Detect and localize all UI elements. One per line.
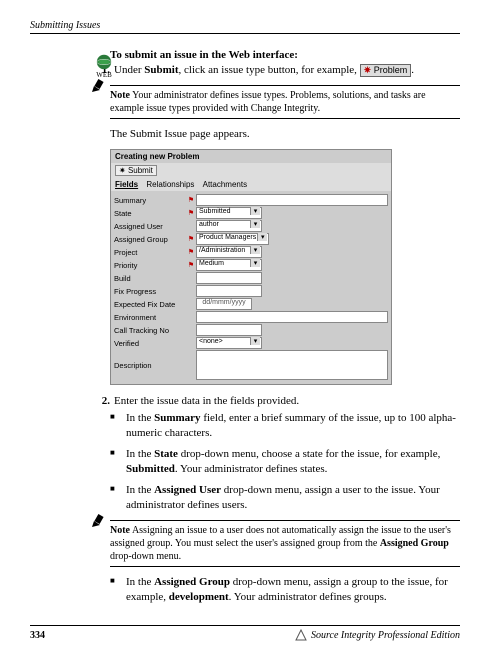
fix-progress-input[interactable] bbox=[196, 285, 262, 297]
label-expected-fix-date: Expected Fix Date bbox=[114, 300, 186, 309]
summary-input[interactable] bbox=[196, 194, 388, 206]
environment-input[interactable] bbox=[196, 311, 388, 323]
label-state: State bbox=[114, 209, 186, 218]
tab-fields[interactable]: Fields bbox=[115, 180, 138, 189]
label-build: Build bbox=[114, 274, 186, 283]
footer-title: Source Integrity Professional Edition bbox=[311, 630, 460, 641]
label-description: Description bbox=[114, 361, 186, 370]
note-block-2: Note Assigning an issue to a user does n… bbox=[80, 520, 460, 567]
build-input[interactable] bbox=[196, 272, 262, 284]
form-submit-button[interactable]: ✷ Submit bbox=[115, 165, 157, 176]
call-tracking-input[interactable] bbox=[196, 324, 262, 336]
label-call-tracking: Call Tracking No bbox=[114, 326, 186, 335]
verified-select[interactable]: <none> bbox=[196, 337, 262, 349]
logo-icon bbox=[295, 629, 307, 641]
problem-button-example: ✷ Problem bbox=[360, 64, 412, 77]
expected-fix-date-input[interactable]: dd/mmm/yyyy bbox=[196, 298, 252, 310]
priority-select[interactable]: Medium bbox=[196, 259, 262, 271]
state-select[interactable]: Submitted bbox=[196, 207, 262, 219]
pencil-icon bbox=[90, 78, 106, 97]
description-input[interactable] bbox=[196, 350, 388, 380]
page-footer: 334 Source Integrity Professional Editio… bbox=[30, 625, 460, 641]
section-headline: To submit an issue in the Web interface: bbox=[110, 49, 460, 61]
page-header: Submitting Issues bbox=[30, 20, 460, 34]
label-assigned-group: Assigned Group bbox=[114, 235, 186, 244]
label-summary: Summary bbox=[114, 196, 186, 205]
assigned-user-select[interactable]: author bbox=[196, 220, 262, 232]
pencil-icon bbox=[90, 513, 106, 532]
step-2: 2.Enter the issue data in the fields pro… bbox=[98, 395, 460, 407]
assigned-group-select[interactable]: Product Managers bbox=[196, 233, 269, 245]
step-number: 2. bbox=[98, 395, 110, 407]
label-fix-progress: Fix Progress bbox=[114, 287, 186, 296]
tab-attachments[interactable]: Attachments bbox=[203, 180, 247, 189]
page: Submitting Issues WEB To submit an issue… bbox=[0, 0, 500, 661]
label-assigned-user: Assigned User bbox=[114, 222, 186, 231]
bullet-assigned-user: In the Assigned User drop-down menu, ass… bbox=[110, 483, 460, 513]
bullet-state: In the State drop-down menu, choose a st… bbox=[110, 447, 460, 477]
bullet-assigned-group: In the Assigned Group drop-down menu, as… bbox=[110, 575, 460, 605]
form-title: Creating new Problem bbox=[111, 150, 391, 163]
page-number: 334 bbox=[30, 630, 45, 641]
label-verified: Verified bbox=[114, 339, 186, 348]
project-select[interactable]: /Administration bbox=[196, 246, 262, 258]
note-block-1: Note Your administrator defines issue ty… bbox=[80, 85, 460, 119]
label-priority: Priority bbox=[114, 261, 186, 270]
web-icon: WEB bbox=[95, 53, 113, 79]
label-environment: Environment bbox=[114, 313, 186, 322]
submit-issue-form-screenshot: Creating new Problem ✷ Submit Fields Rel… bbox=[110, 149, 392, 385]
label-project: Project bbox=[114, 248, 186, 257]
bullet-summary: In the Summary field, enter a brief summ… bbox=[110, 411, 460, 441]
tab-relationships[interactable]: Relationships bbox=[146, 180, 194, 189]
appears-text: The Submit Issue page appears. bbox=[110, 127, 460, 141]
step-1: 1.Under Submit, click an issue type butt… bbox=[98, 64, 460, 77]
